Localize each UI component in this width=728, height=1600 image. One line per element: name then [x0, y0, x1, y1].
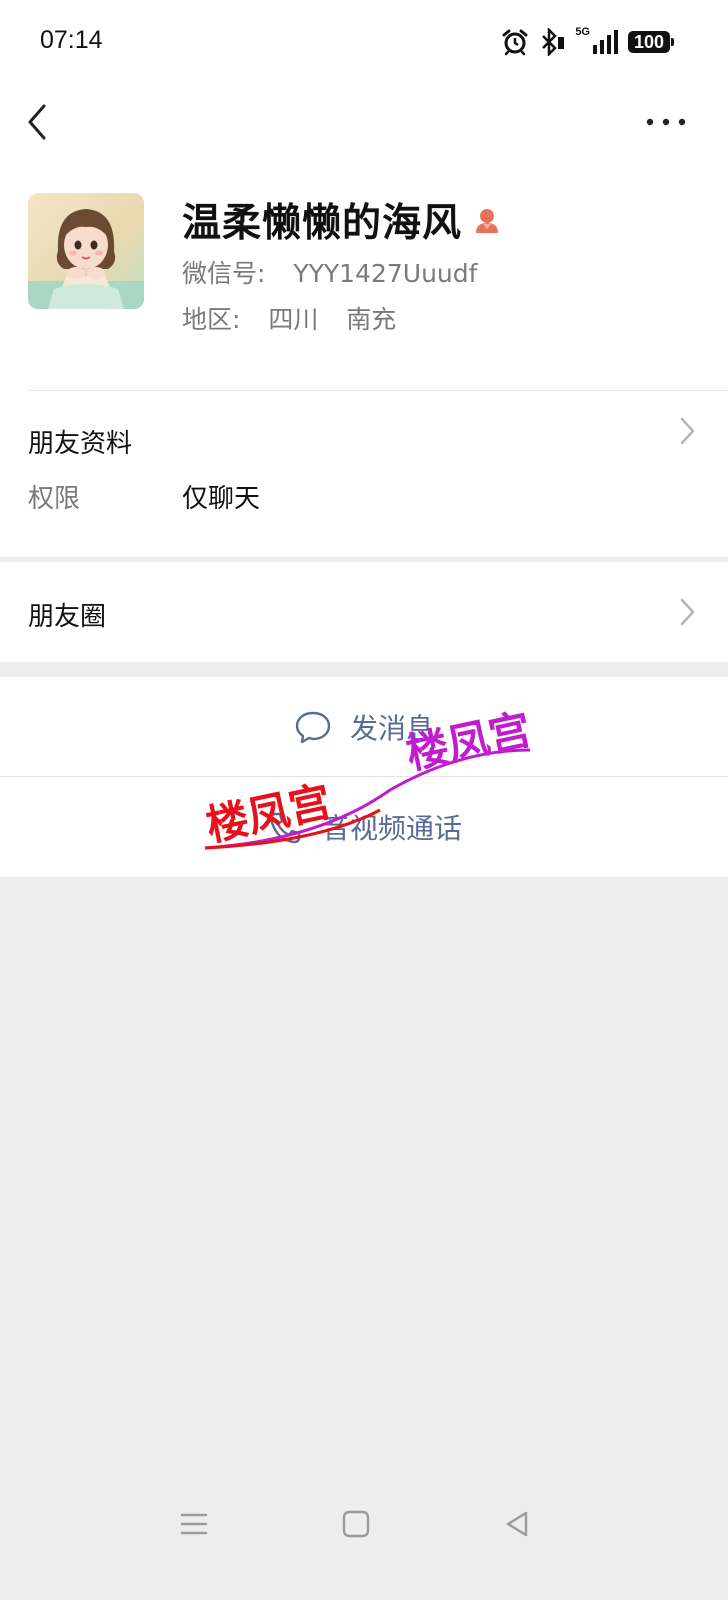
moments-row[interactable]: 朋友圈: [0, 562, 728, 662]
permission-label: 权限: [28, 484, 81, 514]
moments-title: 朋友圈: [28, 602, 107, 632]
chevron-right-icon: [680, 417, 695, 445]
chevron-right-icon: [680, 598, 695, 626]
friend-info-row[interactable]: 朋友资料: [0, 391, 728, 546]
avatar[interactable]: [28, 193, 144, 309]
system-nav-bar: [0, 1500, 728, 1550]
region-province: 四川: [268, 305, 319, 334]
wechat-id-label: 微信号:: [182, 259, 266, 288]
bluetooth-icon: [542, 28, 565, 56]
status-time: 07:14: [40, 26, 103, 54]
profile-name: 温柔懒懒的海风: [182, 201, 463, 246]
back-triangle-icon[interactable]: [502, 1508, 534, 1540]
alarm-icon: [502, 29, 528, 56]
status-icons: 5G 100: [501, 24, 674, 60]
network-type: 5G: [575, 26, 590, 38]
region-label: 地区:: [182, 305, 241, 334]
signal-icon: [593, 30, 618, 54]
contact-profile-screen: 07:14 5G 100 温柔懒懒的海风 微信号: YYY1427Uuudf 地…: [0, 0, 728, 1600]
menu-icon[interactable]: [178, 1508, 210, 1540]
wechat-id-value: YYY1427Uuudf: [293, 259, 478, 288]
wechat-id-line: 微信号: YYY1427Uuudf: [182, 254, 477, 290]
friend-info-title: 朋友资料: [28, 429, 133, 459]
back-button[interactable]: [20, 100, 56, 144]
profile-name-row: 温柔懒懒的海风: [182, 192, 502, 248]
female-icon: [476, 209, 499, 233]
more-options-button[interactable]: [644, 108, 688, 136]
avatar-image: [28, 193, 144, 309]
region-line: 地区: 四川 南充: [182, 300, 396, 336]
home-square-icon[interactable]: [340, 1508, 372, 1540]
battery-icon: 100: [628, 31, 674, 53]
region-city: 南充: [346, 305, 397, 334]
permission-value: 仅聊天: [182, 484, 261, 514]
